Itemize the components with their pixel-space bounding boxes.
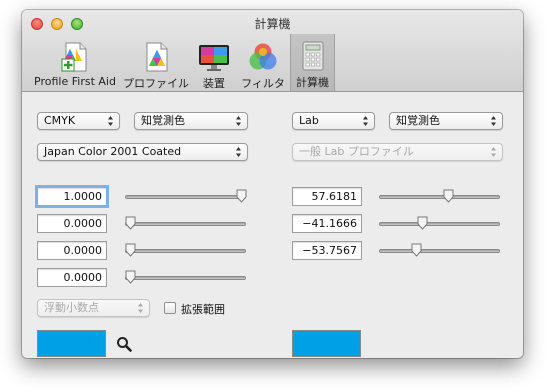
right-channel-1-slider[interactable] <box>379 189 500 203</box>
left-colorspace-value: CMYK <box>44 114 76 127</box>
popup-arrows-icon <box>363 116 368 126</box>
right-channel-3-field[interactable]: −53.7567 <box>292 241 362 260</box>
left-profile-popup[interactable]: Japan Color 2001 Coated <box>37 143 248 161</box>
titlebar: 計算機 Profile First Aid プロファイル 装置 フィルタ 計算機 <box>22 10 523 92</box>
slider-track <box>379 222 500 226</box>
left-channel-1-slider[interactable] <box>125 189 247 203</box>
slider-track <box>379 249 500 253</box>
right-channel-2-slider[interactable] <box>379 216 500 230</box>
toolbar-device[interactable]: 装置 <box>192 35 236 91</box>
extended-range-label: 拡張範囲 <box>181 303 225 316</box>
calculator-window: 計算機 Profile First Aid プロファイル 装置 フィルタ 計算機… <box>22 10 523 358</box>
slider-track <box>125 222 246 226</box>
slider-knob[interactable] <box>236 189 247 203</box>
toolbar-label: 装置 <box>203 77 225 90</box>
toolbar-label: Profile First Aid <box>34 75 116 88</box>
profile-first-aid-icon <box>61 42 87 72</box>
slider-knob[interactable] <box>125 243 136 257</box>
toolbar-label: フィルタ <box>241 77 285 90</box>
left-colorspace-popup[interactable]: CMYK <box>37 112 120 130</box>
left-channel-4-slider[interactable] <box>125 270 246 284</box>
right-colorspace-value: Lab <box>299 114 319 127</box>
calculator-content: CMYK 知覚測色 Japan Color 2001 Coated 1.0000… <box>22 93 523 358</box>
right-intent-value: 知覚測色 <box>396 114 440 127</box>
number-format-popup[interactable]: 浮動小数点 <box>37 299 150 317</box>
right-color-swatch <box>292 330 361 357</box>
left-channel-3-slider[interactable] <box>125 243 246 257</box>
number-format-value: 浮動小数点 <box>44 301 99 314</box>
right-channel-1-field[interactable]: 57.6181 <box>292 187 362 206</box>
right-channel-3-slider[interactable] <box>379 243 500 257</box>
window-title: 計算機 <box>254 17 291 31</box>
toolbar-profile[interactable]: プロファイル <box>120 35 192 91</box>
slider-track <box>379 195 500 199</box>
popup-arrows-icon <box>138 303 143 313</box>
toolbar-calculator[interactable]: 計算機 <box>290 34 335 91</box>
display-device-icon <box>199 45 229 71</box>
toolbar-label: プロファイル <box>123 77 189 90</box>
popup-arrows-icon <box>236 147 241 157</box>
left-intent-popup[interactable]: 知覚測色 <box>134 112 248 130</box>
left-profile-value: Japan Color 2001 Coated <box>44 145 182 158</box>
right-intent-popup[interactable]: 知覚測色 <box>389 112 503 130</box>
right-profile-value: 一般 Lab プロファイル <box>299 145 414 158</box>
slider-knob[interactable] <box>125 270 136 284</box>
left-channel-3-field[interactable]: 0.0000 <box>37 241 107 260</box>
left-intent-value: 知覚測色 <box>141 114 185 127</box>
color-filter-icon <box>249 43 277 70</box>
slider-knob[interactable] <box>125 216 136 230</box>
popup-arrows-icon <box>108 116 113 126</box>
left-channel-4-field[interactable]: 0.0000 <box>37 268 107 287</box>
profile-icon <box>146 42 168 72</box>
left-channel-1-field[interactable]: 1.0000 <box>35 185 109 208</box>
slider-knob[interactable] <box>443 189 454 203</box>
popup-arrows-icon <box>491 116 496 126</box>
extended-range-checkbox[interactable] <box>164 302 176 314</box>
right-colorspace-popup[interactable]: Lab <box>292 112 375 130</box>
left-channel-2-field[interactable]: 0.0000 <box>37 214 107 233</box>
popup-arrows-icon <box>491 147 496 157</box>
popup-arrows-icon <box>236 116 241 126</box>
magnifier-icon[interactable] <box>116 336 132 352</box>
toolbar-profile-first-aid[interactable]: Profile First Aid <box>28 35 122 91</box>
right-profile-popup[interactable]: 一般 Lab プロファイル <box>292 143 503 161</box>
toolbar-filter[interactable]: フィルタ <box>236 35 290 91</box>
left-color-swatch <box>37 330 106 357</box>
slider-track <box>125 249 246 253</box>
slider-track <box>125 195 246 199</box>
slider-knob[interactable] <box>411 243 422 257</box>
right-channel-2-field[interactable]: −41.1666 <box>292 214 362 233</box>
calculator-icon <box>302 41 323 71</box>
slider-knob[interactable] <box>417 216 428 230</box>
left-channel-2-slider[interactable] <box>125 216 246 230</box>
toolbar-label: 計算機 <box>296 76 329 89</box>
slider-track <box>125 276 246 280</box>
